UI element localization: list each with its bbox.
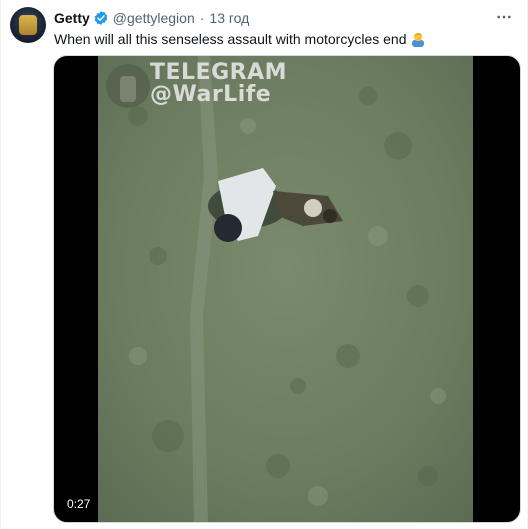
tweet-text-body: When will all this senseless assault wit…: [54, 31, 407, 47]
author-name[interactable]: Getty: [54, 10, 90, 26]
video-duration: 0:27: [62, 495, 96, 513]
watermark-line-1: TELEGRAM: [150, 60, 287, 85]
more-options-icon[interactable]: [493, 8, 515, 26]
avatar-image: [19, 15, 37, 35]
tweet-text: When will all this senseless assault wit…: [54, 30, 513, 48]
video-frame: [98, 56, 473, 522]
video-player[interactable]: TELEGRAM @WarLife 0:27: [53, 55, 521, 523]
verified-badge-icon: [94, 11, 108, 25]
tweet-card[interactable]: Getty @gettylegion · 13 год When will al…: [0, 0, 528, 529]
video-watermark: TELEGRAM @WarLife: [150, 62, 287, 106]
person-facepalming-emoji-icon: [412, 32, 425, 47]
watermark-line-2: @WarLife: [150, 82, 272, 107]
tweet-header: Getty @gettylegion · 13 год: [54, 8, 249, 28]
tweet-time[interactable]: 13 год: [209, 10, 249, 26]
author-handle[interactable]: @gettylegion: [113, 10, 195, 26]
more-horizontal-icon: [497, 15, 511, 19]
header-separator: ·: [199, 10, 205, 26]
avatar[interactable]: [10, 7, 46, 43]
